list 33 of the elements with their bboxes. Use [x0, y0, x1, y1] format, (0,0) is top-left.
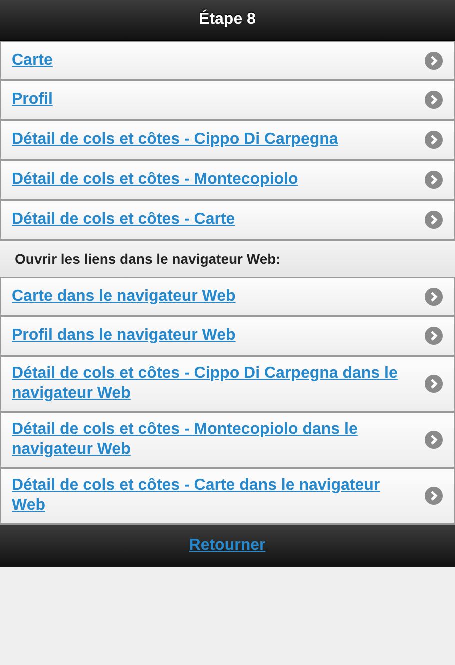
- chevron-right-icon: [425, 52, 443, 70]
- list-item[interactable]: Détail de cols et côtes - Montecopiolo dans le navigateur Web: [0, 413, 455, 469]
- chevron-right-icon: [425, 288, 443, 306]
- link[interactable]: Détail de cols et côtes - Montecopiolo: [12, 170, 415, 190]
- chevron-right-icon: [425, 91, 443, 109]
- back-link[interactable]: Retourner: [189, 537, 266, 555]
- link[interactable]: Détail de cols et côtes - Carte dans le navigateur Web: [12, 476, 415, 516]
- link[interactable]: Détail de cols et côtes - Montecopiolo dans le navigateur Web: [12, 420, 415, 460]
- link[interactable]: Détail de cols et côtes - Cippo Di Carpegna dans le navigateur Web: [12, 364, 415, 404]
- chevron-right-icon: [425, 211, 443, 229]
- link[interactable]: Détail de cols et côtes - Carte: [12, 210, 415, 230]
- link[interactable]: Carte dans le navigateur Web: [12, 286, 415, 306]
- chevron-right-icon: [425, 487, 443, 505]
- chevron-right-icon: [425, 171, 443, 189]
- list-item[interactable]: Profil: [0, 81, 455, 121]
- list-item[interactable]: Détail de cols et côtes - Montecopiolo: [0, 161, 455, 201]
- chevron-right-icon: [425, 131, 443, 149]
- link[interactable]: Carte: [12, 50, 415, 70]
- list-item[interactable]: Carte: [0, 41, 455, 81]
- list-item[interactable]: Détail de cols et côtes - Cippo Di Carpegna: [0, 121, 455, 161]
- list-item[interactable]: Détail de cols et côtes - Cippo Di Carpegna dans le navigateur Web: [0, 357, 455, 413]
- link[interactable]: Détail de cols et côtes - Cippo Di Carpegna: [12, 130, 415, 150]
- link[interactable]: Profil dans le navigateur Web: [12, 326, 415, 346]
- chevron-right-icon: [425, 375, 443, 393]
- page-title: Étape 8: [199, 11, 256, 29]
- link[interactable]: Profil: [12, 90, 415, 110]
- list-item[interactable]: Détail de cols et côtes - Carte: [0, 201, 455, 241]
- chevron-right-icon: [425, 327, 443, 345]
- list-item[interactable]: Carte dans le navigateur Web: [0, 277, 455, 317]
- section-heading: Ouvrir les liens dans le navigateur Web:: [15, 251, 281, 267]
- list-item[interactable]: Détail de cols et côtes - Carte dans le navigateur Web: [0, 469, 455, 525]
- list-item[interactable]: Profil dans le navigateur Web: [0, 317, 455, 357]
- chevron-right-icon: [425, 431, 443, 449]
